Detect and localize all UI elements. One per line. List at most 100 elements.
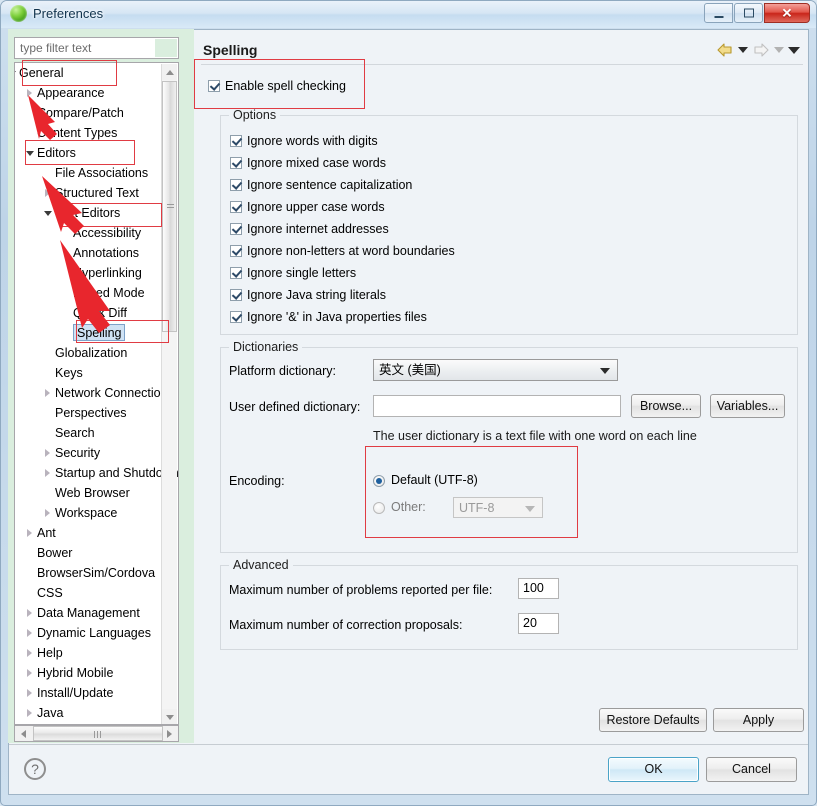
option-checkbox[interactable] <box>230 179 242 191</box>
tree-vertical-scrollbar[interactable] <box>161 64 177 724</box>
sidebar-item-appearance[interactable]: Appearance <box>15 83 178 103</box>
sidebar-item-perspectives[interactable]: Perspectives <box>15 403 178 423</box>
filter-clear-area[interactable] <box>155 39 177 57</box>
chevron-right-icon[interactable] <box>45 509 50 517</box>
sidebar-item-linked-mode[interactable]: Linked Mode <box>15 283 178 303</box>
sidebar-item-general[interactable]: General <box>15 63 178 83</box>
sidebar-item-file-associations[interactable]: File Associations <box>15 163 178 183</box>
close-button[interactable]: ✕ <box>764 3 810 23</box>
sidebar-item-compare-patch[interactable]: Compare/Patch <box>15 103 178 123</box>
option-label: Ignore '&' in Java properties files <box>247 310 427 324</box>
ok-button[interactable]: OK <box>608 757 699 782</box>
platform-dictionary-select[interactable]: 英文 (美国) <box>373 359 618 381</box>
sidebar-item-browsersim-cordova[interactable]: BrowserSim/Cordova <box>15 563 178 583</box>
variables-button[interactable]: Variables... <box>710 394 785 418</box>
scroll-left-arrow-icon[interactable] <box>15 726 31 741</box>
encoding-other-select[interactable]: UTF-8 <box>453 497 543 518</box>
chevron-down-icon[interactable] <box>15 71 16 76</box>
option-checkbox[interactable] <box>230 135 242 147</box>
tree-hscroll-thumb[interactable] <box>33 726 163 741</box>
restore-defaults-button[interactable]: Restore Defaults <box>599 708 707 732</box>
max-proposals-input[interactable]: 20 <box>518 613 559 634</box>
option-checkbox[interactable] <box>230 157 242 169</box>
sidebar-item-annotations[interactable]: Annotations <box>15 243 178 263</box>
sidebar-item-web-browser[interactable]: Web Browser <box>15 483 178 503</box>
title-divider <box>201 64 803 65</box>
chevron-right-icon[interactable] <box>27 609 32 617</box>
sidebar-item-globalization[interactable]: Globalization <box>15 343 178 363</box>
title-bar[interactable]: Preferences ✕ <box>1 1 816 28</box>
sidebar-item-bower[interactable]: Bower <box>15 543 178 563</box>
sidebar-item-workspace[interactable]: Workspace <box>15 503 178 523</box>
scroll-down-arrow-icon[interactable] <box>162 709 177 724</box>
sidebar-item-keys[interactable]: Keys <box>15 363 178 383</box>
chevron-down-icon[interactable] <box>44 211 52 216</box>
sidebar-item-editors[interactable]: Editors <box>15 143 178 163</box>
enable-spell-checking-checkbox[interactable] <box>208 80 220 92</box>
sidebar-item-spelling[interactable]: Spelling <box>15 323 178 343</box>
sidebar-item-data-management[interactable]: Data Management <box>15 603 178 623</box>
tree-horizontal-scrollbar[interactable] <box>14 725 179 742</box>
chevron-right-icon[interactable] <box>27 629 32 637</box>
sidebar-item-install-update[interactable]: Install/Update <box>15 683 178 703</box>
cancel-button[interactable]: Cancel <box>706 757 797 782</box>
scroll-up-arrow-icon[interactable] <box>162 64 177 80</box>
option-checkbox[interactable] <box>230 201 242 213</box>
sidebar-item-structured-text[interactable]: Structured Text <box>15 183 178 203</box>
chevron-right-icon[interactable] <box>27 89 32 97</box>
sidebar-item-text-editors[interactable]: Text Editors <box>15 203 178 223</box>
option-checkbox[interactable] <box>230 245 242 257</box>
option-checkbox[interactable] <box>230 311 242 323</box>
option-label: Ignore upper case words <box>247 200 385 214</box>
back-history-caret-icon[interactable] <box>738 47 748 53</box>
option-checkbox[interactable] <box>230 223 242 235</box>
chevron-down-icon[interactable] <box>26 151 34 156</box>
encoding-other-radio[interactable] <box>373 502 385 514</box>
back-arrow-icon[interactable] <box>716 42 734 58</box>
chevron-right-icon[interactable] <box>45 389 50 397</box>
sidebar-item-quick-diff[interactable]: Quick Diff <box>15 303 178 323</box>
sidebar-item-label: Structured Text <box>55 186 139 200</box>
chevron-right-icon[interactable] <box>27 709 32 717</box>
chevron-right-icon[interactable] <box>45 449 50 457</box>
sidebar-item-accessibility[interactable]: Accessibility <box>15 223 178 243</box>
page-menu-caret-icon[interactable] <box>788 46 800 54</box>
tree-scroll-thumb[interactable] <box>162 81 177 332</box>
sidebar-item-startup-and-shutdown[interactable]: Startup and Shutdown <box>15 463 178 483</box>
browse-button[interactable]: Browse... <box>631 394 701 418</box>
sidebar-item-security[interactable]: Security <box>15 443 178 463</box>
scroll-right-arrow-icon[interactable] <box>162 726 178 741</box>
sidebar-item-content-types[interactable]: Content Types <box>15 123 178 143</box>
sidebar-item-help[interactable]: Help <box>15 643 178 663</box>
chevron-down-icon <box>600 368 610 374</box>
sidebar-item-label: Quick Diff <box>73 306 127 320</box>
chevron-right-icon[interactable] <box>45 189 50 197</box>
sidebar-item-label: CSS <box>37 586 63 600</box>
sidebar-item-ant[interactable]: Ant <box>15 523 178 543</box>
option-checkbox[interactable] <box>230 267 242 279</box>
sidebar-item-hyperlinking[interactable]: Hyperlinking <box>15 263 178 283</box>
sidebar-item-network-connections[interactable]: Network Connections <box>15 383 178 403</box>
sidebar-item-search[interactable]: Search <box>15 423 178 443</box>
chevron-right-icon[interactable] <box>27 669 32 677</box>
chevron-right-icon[interactable] <box>27 689 32 697</box>
filter-input-wrapper[interactable]: type filter text <box>14 37 179 59</box>
user-dictionary-input[interactable] <box>373 395 621 417</box>
max-problems-label: Maximum number of problems reported per … <box>229 583 493 597</box>
sidebar-item-java[interactable]: Java <box>15 703 178 723</box>
preferences-tree[interactable]: General Appearance Compare/Patch Content Ty… <box>14 62 179 725</box>
user-dictionary-hint: The user dictionary is a text file with … <box>373 429 697 443</box>
question-mark-icon[interactable]: ? <box>24 758 46 780</box>
chevron-right-icon[interactable] <box>27 649 32 657</box>
apply-button[interactable]: Apply <box>713 708 804 732</box>
sidebar-item-css[interactable]: CSS <box>15 583 178 603</box>
chevron-right-icon[interactable] <box>27 529 32 537</box>
maximize-button[interactable] <box>734 3 763 23</box>
sidebar-item-dynamic-languages[interactable]: Dynamic Languages <box>15 623 178 643</box>
sidebar-item-hybrid-mobile[interactable]: Hybrid Mobile <box>15 663 178 683</box>
max-problems-input[interactable]: 100 <box>518 578 559 599</box>
encoding-default-radio[interactable] <box>373 475 385 487</box>
option-checkbox[interactable] <box>230 289 242 301</box>
minimize-button[interactable] <box>704 3 733 23</box>
chevron-right-icon[interactable] <box>45 469 50 477</box>
